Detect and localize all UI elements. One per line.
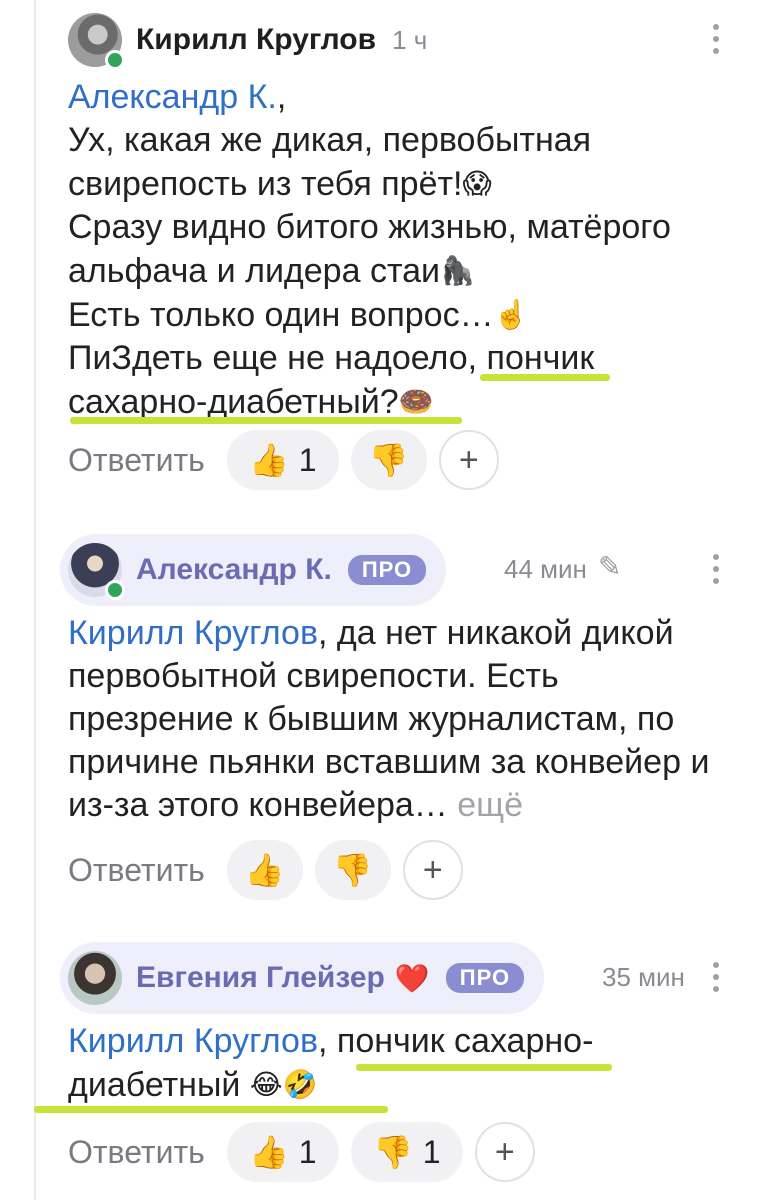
thumbs-down-icon: 👎 xyxy=(332,852,373,888)
gorilla-emoji-icon: 🦍 xyxy=(440,255,475,286)
text-line: ПиЗдеть еще не надоело, пончик xyxy=(68,339,595,377)
text-line: свирепость из тебя прёт!😱 xyxy=(68,162,748,206)
like-count: 1 xyxy=(298,441,317,478)
author-name[interactable]: Кирилл Круглов xyxy=(136,23,376,57)
thumbs-up-icon: 👍 xyxy=(248,442,289,478)
text-line: Кирилл Круглов, пончик сахарно- xyxy=(68,1022,594,1060)
more-options-icon[interactable] xyxy=(706,554,726,584)
author-name[interactable]: Александр К. xyxy=(136,553,332,587)
timestamp: 1 ч xyxy=(392,24,428,55)
laughing-emoji-icon: 😂🤣 xyxy=(249,1069,318,1100)
dislike-count: 1 xyxy=(422,1133,441,1170)
pro-badge: ПРО xyxy=(347,555,427,585)
avatar[interactable] xyxy=(68,543,125,600)
mention-link[interactable]: Александр К. xyxy=(68,78,277,116)
text-line: Есть только один вопрос…☝️ xyxy=(68,293,748,337)
comment-actions: Ответить 👍 1 👎 + xyxy=(68,430,499,490)
comment-header: Александр К. ПРО xyxy=(60,534,447,606)
comment-header: Кирилл Круглов 1 ч xyxy=(68,4,427,76)
dislike-button[interactable]: 👎 xyxy=(314,840,391,900)
highlight-underline xyxy=(356,1064,612,1071)
more-options-icon[interactable] xyxy=(706,24,726,54)
reply-button[interactable]: Ответить xyxy=(68,852,205,889)
reply-button[interactable]: Ответить xyxy=(68,1134,205,1171)
add-reaction-button[interactable]: + xyxy=(438,430,499,490)
text-line: из-за этого конвейера… ещё xyxy=(68,786,524,824)
comment-body: Кирилл Круглов, да нет никакой дикой пер… xyxy=(68,612,748,827)
pointing-up-emoji-icon: ☝️ xyxy=(493,299,529,330)
avatar[interactable] xyxy=(68,13,125,70)
timestamp: 44 мин xyxy=(504,554,587,584)
show-more-link[interactable]: ещё xyxy=(457,786,523,824)
thread-line xyxy=(34,0,36,1200)
timestamp: 35 мин xyxy=(602,962,685,992)
comment-body: Александр К., Ух, какая же дикая, первоб… xyxy=(68,76,748,424)
highlight-underline xyxy=(70,417,462,424)
pro-badge: ПРО xyxy=(445,963,525,993)
thumbs-up-icon: 👍 xyxy=(248,1134,289,1170)
text-line: Александр К., xyxy=(68,78,287,116)
heart-icon: ❤️ xyxy=(394,962,430,994)
like-count: 1 xyxy=(298,1133,317,1170)
add-reaction-button[interactable]: + xyxy=(474,1122,535,1182)
online-indicator xyxy=(105,50,125,70)
more-options-icon[interactable] xyxy=(706,962,726,992)
comment-header: Евгения Глейзер ❤️ ПРО xyxy=(60,942,545,1014)
avatar[interactable] xyxy=(68,951,122,1005)
comment-actions: Ответить 👍 👎 + xyxy=(68,840,463,900)
mention-link[interactable]: Кирилл Круглов xyxy=(68,614,318,652)
like-button[interactable]: 👍 1 xyxy=(226,1122,339,1182)
thumbs-up-icon: 👍 xyxy=(244,852,285,888)
comment-actions: Ответить 👍 1 👎 1 + xyxy=(68,1122,535,1182)
like-button[interactable]: 👍 1 xyxy=(226,430,339,490)
author-name[interactable]: Евгения Глейзер xyxy=(136,961,385,995)
text-line: первобытной свирепости. Есть xyxy=(68,657,559,695)
like-button[interactable]: 👍 xyxy=(226,840,303,900)
text-line: Ух, какая же дикая, первобытная xyxy=(68,121,592,159)
mention-link[interactable]: Кирилл Круглов xyxy=(68,1022,318,1060)
text-line: Кирилл Круглов, да нет никакой дикой xyxy=(68,614,674,652)
text-line: альфача и лидера стаи🦍 xyxy=(68,249,748,293)
online-indicator xyxy=(105,580,125,600)
text-line: причине пьянки вставшим за конвейер и xyxy=(68,743,710,781)
dislike-button[interactable]: 👎 xyxy=(350,430,427,490)
thumbs-down-icon: 👎 xyxy=(372,1134,413,1170)
dislike-button[interactable]: 👎 1 xyxy=(350,1122,463,1182)
highlight-underline xyxy=(34,1106,388,1113)
highlight-underline xyxy=(480,374,610,381)
edited-pencil-icon: ✎ xyxy=(598,551,622,582)
scream-emoji-icon: 😱 xyxy=(462,168,492,199)
reply-button[interactable]: Ответить xyxy=(68,442,205,479)
text-line: Сразу видно битого жизнью, матёрого xyxy=(68,208,671,246)
thumbs-down-icon: 👎 xyxy=(368,442,409,478)
text-line: презрение к бывшим журналистам, по xyxy=(68,700,675,738)
add-reaction-button[interactable]: + xyxy=(402,840,463,900)
